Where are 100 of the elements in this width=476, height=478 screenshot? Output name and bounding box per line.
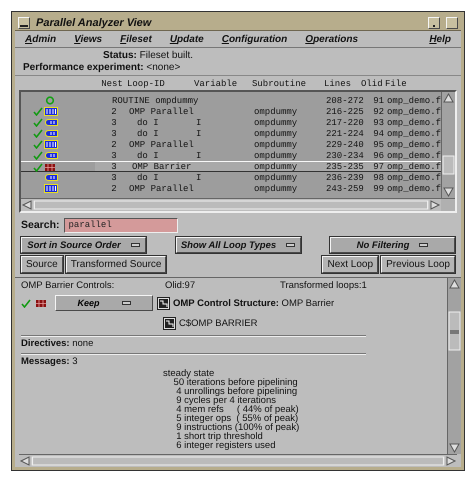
maximize-button[interactable]	[446, 16, 458, 28]
up-arrow-icon[interactable]	[448, 278, 461, 290]
dropdown-button[interactable]: Show All Loop Types	[176, 237, 300, 253]
table-cell-text: ompdummy	[254, 106, 298, 116]
table-cell: omp_demo.f	[387, 128, 439, 138]
navigation-button[interactable]: Previous Loop	[381, 256, 455, 273]
message-line: 50 iterations before pipelining	[174, 378, 299, 387]
table-cell: 208-272	[326, 96, 363, 106]
table-cell-text: ompdummy	[254, 118, 298, 128]
table-cell: 230-234	[326, 150, 363, 160]
barrier-icon	[44, 162, 56, 172]
down-arrow-icon[interactable]	[442, 186, 455, 198]
parallel-loop-icon	[44, 107, 58, 116]
dash-icon	[130, 243, 140, 247]
scroll-thumb[interactable]	[442, 155, 455, 175]
navigation-button[interactable]: Next Loop	[322, 256, 378, 273]
table-cell-text: 2	[110, 140, 118, 150]
loop-icon	[44, 173, 60, 182]
table-cell-text: OMP Parallel	[129, 184, 195, 194]
table-cell-text: ompdummy	[254, 150, 298, 160]
up-arrow-icon[interactable]	[442, 92, 455, 104]
toolbar-button[interactable]: Transformed Source	[66, 256, 166, 273]
left-arrow-icon[interactable]	[19, 455, 31, 467]
menu-item[interactable]: Fileset	[120, 34, 152, 44]
column-header[interactable]: Subroutine	[252, 79, 324, 89]
horizontal-scrollbar[interactable]	[21, 198, 455, 211]
dropdown-button[interactable]: Sort in Source Order	[21, 237, 146, 253]
search-label: Search:	[21, 219, 60, 231]
menu-item[interactable]: Update	[170, 34, 204, 44]
section-title: OMP Barrier Controls:	[21, 280, 116, 292]
scroll-thumb[interactable]	[448, 311, 461, 351]
table-cell-text: 92	[372, 106, 385, 116]
loop-icon	[44, 118, 60, 127]
table-cell-text: OMP Parallel	[129, 106, 195, 116]
toolbar-button[interactable]: Source	[21, 256, 63, 273]
circle-icon	[44, 96, 56, 105]
table-cell-text: ompdummy	[254, 162, 298, 172]
column-header[interactable]: Nest	[97, 79, 127, 89]
parallel-loop-icon	[44, 184, 58, 193]
window-menu-button[interactable]	[18, 16, 30, 28]
column-header[interactable]: File	[385, 79, 437, 89]
right-arrow-icon[interactable]	[429, 199, 441, 211]
left-arrow-icon[interactable]	[21, 199, 33, 211]
table-cell-text: 3	[110, 150, 118, 160]
table-cell-text: 93	[372, 118, 385, 128]
table-cell-text: 3	[110, 162, 118, 172]
action-dropdown[interactable]: Keep	[55, 295, 153, 311]
column-header[interactable]: Lines	[324, 79, 361, 89]
scrollbar-corner	[441, 199, 455, 211]
table-cell-text: 97	[372, 162, 385, 172]
vertical-scrollbar[interactable]	[441, 92, 455, 198]
source-icon[interactable]	[157, 296, 170, 310]
table-cell: omp_demo.f	[387, 118, 439, 128]
status-text: Status: Fileset built.	[102, 50, 194, 62]
loop-icon	[44, 129, 60, 138]
table-cell-text: I	[196, 118, 202, 128]
right-arrow-icon[interactable]	[445, 455, 457, 467]
table-cell-text: 2	[110, 184, 118, 194]
menu-item[interactable]: Help	[429, 34, 451, 44]
table-cell-text: OMP Barrier	[131, 162, 192, 172]
table-cell-text: do I	[136, 150, 160, 160]
column-header[interactable]: Variable	[194, 79, 252, 89]
directive-line: C$OMP BARRIER	[179, 318, 258, 328]
search-field[interactable]: parallel	[64, 218, 178, 232]
column-header[interactable]: Loop-ID	[127, 79, 194, 89]
table-cell: omp_demo.f	[387, 106, 439, 116]
table-cell-text: do I	[136, 128, 160, 138]
table-cell-text: I	[196, 172, 202, 182]
directives-text: Directives: none	[21, 338, 94, 350]
table-cell-text: ompdummy	[254, 172, 298, 182]
table-cell: omp_demo.f	[387, 96, 439, 106]
message-line: 1 short trip threshold	[175, 432, 263, 441]
table-cell-text: 94	[372, 128, 385, 138]
table-cell-text: 96	[372, 150, 385, 160]
table-cell-text: ompdummy	[254, 128, 298, 138]
down-arrow-icon[interactable]	[448, 442, 461, 454]
experiment-text: Performance experiment: <none>	[23, 62, 182, 74]
table-cell-text: 3	[110, 172, 118, 182]
table-cell: omp_demo.f	[387, 150, 439, 160]
table-cell-text: 2	[110, 106, 118, 116]
table-cell-text: ompdummy	[254, 140, 298, 150]
table-cell-text: do I	[136, 172, 160, 182]
minimize-button[interactable]	[428, 16, 440, 28]
source-icon[interactable]	[163, 316, 176, 330]
menu-item[interactable]: Admin	[25, 34, 56, 44]
parallel-loop-icon	[44, 140, 58, 149]
message-line: 9 instructions (100% of peak)	[175, 423, 300, 432]
dropdown-button[interactable]: No Filtering	[330, 237, 455, 253]
column-header[interactable]: Olid	[361, 79, 385, 89]
table-cell-text: do I	[136, 118, 160, 128]
menu-item[interactable]: Operations	[305, 34, 358, 44]
table-cell-text: ROUTINE ompdummy	[111, 96, 196, 106]
menu-item[interactable]: Configuration	[222, 34, 288, 44]
table-cell-text: OMP Parallel	[129, 140, 195, 150]
transformed-count: Transformed loops:1	[280, 280, 367, 292]
scroll-thumb[interactable]	[33, 199, 429, 211]
menu-item[interactable]: Views	[74, 34, 102, 44]
message-line: 5 integer ops ( 55% of peak)	[175, 414, 298, 423]
vertical-scrollbar[interactable]	[447, 278, 461, 454]
table-cell: 229-240	[326, 140, 363, 150]
